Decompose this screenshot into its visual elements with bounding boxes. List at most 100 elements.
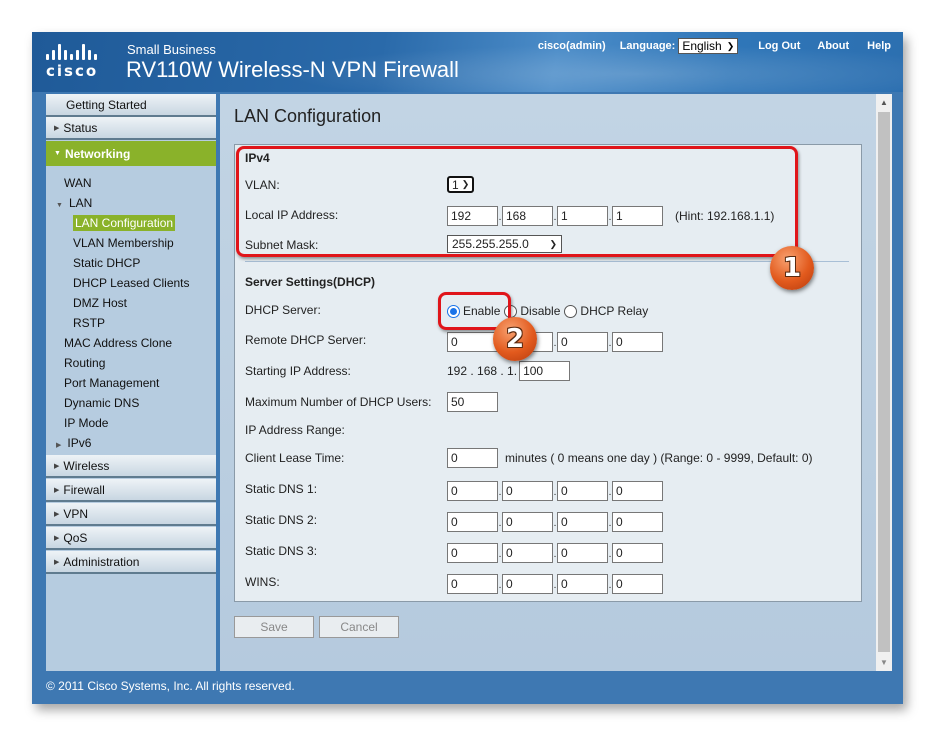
- starting-ip-input[interactable]: 100: [519, 361, 571, 381]
- radio-dhcp-relay[interactable]: [564, 304, 578, 318]
- networking-submenu: WAN ▼ LAN LAN Configuration VLAN Membersh…: [46, 166, 216, 455]
- triangle-right-icon: ▶: [54, 462, 60, 470]
- language-select[interactable]: English ❯: [678, 38, 739, 54]
- sidebar-item-ip-mode[interactable]: IP Mode: [46, 413, 216, 433]
- section-divider: [245, 261, 849, 262]
- dns2-label: Static DNS 2:: [245, 513, 318, 527]
- lease-time-label: Client Lease Time:: [245, 451, 345, 465]
- router-admin-window: cisco Small Business RV110W Wireless-N V…: [32, 32, 903, 704]
- local-ip-octet-4[interactable]: 1: [612, 206, 663, 226]
- sidebar-item-rstp[interactable]: RSTP: [46, 313, 216, 333]
- cisco-logo: cisco: [46, 44, 106, 82]
- triangle-right-icon: ▶: [54, 558, 60, 566]
- chevron-down-icon: ❯: [461, 179, 470, 189]
- page-title: LAN Configuration: [234, 106, 382, 126]
- sidebar-item-lan-configuration[interactable]: LAN Configuration: [46, 213, 216, 233]
- sidebar-item-mac-address-clone[interactable]: MAC Address Clone: [46, 333, 216, 353]
- sidebar-item-wireless[interactable]: ▶ Wireless: [46, 455, 216, 478]
- save-button[interactable]: Save: [234, 616, 314, 638]
- local-ip-octet-2[interactable]: 168: [502, 206, 553, 226]
- dns2-octet-4[interactable]: 0: [612, 512, 663, 532]
- sidebar-item-wan[interactable]: WAN: [46, 173, 216, 193]
- remote-dhcp-field: 0. 0. 0. 0: [447, 330, 663, 354]
- dns3-octet-3[interactable]: 0: [557, 543, 608, 563]
- triangle-right-icon: ▶: [54, 124, 60, 132]
- remote-dhcp-octet-3[interactable]: 0: [557, 332, 608, 352]
- cancel-button[interactable]: Cancel: [319, 616, 399, 638]
- sidebar-item-ipv6[interactable]: ▶ IPv6: [46, 433, 216, 453]
- wins-label: WINS:: [245, 575, 280, 589]
- sidebar-item-dmz-host[interactable]: DMZ Host: [46, 293, 216, 313]
- sidebar-item-lan[interactable]: ▼ LAN: [46, 193, 216, 213]
- ipv4-section-title: IPv4: [245, 151, 270, 165]
- sidebar-item-vpn[interactable]: ▶ VPN: [46, 503, 216, 526]
- lease-time-hint: minutes ( 0 means one day ) (Range: 0 - …: [505, 451, 813, 465]
- help-link[interactable]: Help: [867, 40, 891, 52]
- remote-dhcp-label: Remote DHCP Server:: [245, 333, 367, 347]
- radio-disable[interactable]: [504, 304, 518, 318]
- vlan-select[interactable]: 1 ❯: [447, 176, 475, 193]
- local-ip-label: Local IP Address:: [245, 208, 339, 222]
- dns2-octet-3[interactable]: 0: [557, 512, 608, 532]
- remote-dhcp-octet-1[interactable]: 0: [447, 332, 498, 352]
- scroll-down-icon[interactable]: ▼: [876, 658, 892, 667]
- dns2-octet-1[interactable]: 0: [447, 512, 498, 532]
- ip-range-label: IP Address Range:: [245, 423, 345, 437]
- copyright-footer: © 2011 Cisco Systems, Inc. All rights re…: [46, 679, 295, 693]
- starting-ip-prefix: 192 . 168 . 1.: [447, 364, 518, 378]
- dns3-octet-4[interactable]: 0: [612, 543, 663, 563]
- vlan-label: VLAN:: [245, 178, 280, 192]
- cisco-logo-text: cisco: [46, 62, 99, 80]
- logout-link[interactable]: Log Out: [758, 40, 800, 52]
- lan-config-panel: IPv4 VLAN: 1 ❯ Local IP Address: 192. 168…: [234, 144, 862, 602]
- sidebar-item-administration[interactable]: ▶ Administration: [46, 551, 216, 574]
- main-content: LAN Configuration IPv4 VLAN: 1 ❯ Local IP…: [220, 94, 876, 671]
- wins-octet-3[interactable]: 0: [557, 574, 608, 594]
- dhcp-server-radio-group: Enable Disable DHCP Relay: [447, 304, 652, 318]
- cisco-logo-bars-icon: [46, 44, 106, 60]
- local-ip-octet-3[interactable]: 1: [557, 206, 608, 226]
- scrollbar-thumb[interactable]: [878, 112, 890, 652]
- max-dhcp-users-label: Maximum Number of DHCP Users:: [245, 395, 432, 409]
- sidebar-item-dhcp-leased-clients[interactable]: DHCP Leased Clients: [46, 273, 216, 293]
- sidebar-item-static-dhcp[interactable]: Static DHCP: [46, 253, 216, 273]
- triangle-right-icon: ▶: [54, 486, 60, 494]
- dns1-octet-1[interactable]: 0: [447, 481, 498, 501]
- sidebar-item-firewall[interactable]: ▶ Firewall: [46, 479, 216, 502]
- sidebar-item-vlan-membership[interactable]: VLAN Membership: [46, 233, 216, 253]
- wins-octet-1[interactable]: 0: [447, 574, 498, 594]
- top-nav: cisco(admin) Language: English ❯ Log Out…: [538, 38, 891, 54]
- sidebar-item-qos[interactable]: ▶ QoS: [46, 527, 216, 550]
- dns2-octet-2[interactable]: 0: [502, 512, 553, 532]
- dns1-field: 0. 0. 0. 0: [447, 479, 663, 503]
- dns1-octet-3[interactable]: 0: [557, 481, 608, 501]
- dns3-octet-1[interactable]: 0: [447, 543, 498, 563]
- sidebar-item-networking[interactable]: ▼ Networking: [46, 141, 216, 166]
- sidebar-item-status[interactable]: ▶ Status: [46, 117, 216, 140]
- wins-octet-2[interactable]: 0: [502, 574, 553, 594]
- dhcp-server-label: DHCP Server:: [245, 303, 321, 317]
- sidebar-item-port-management[interactable]: Port Management: [46, 373, 216, 393]
- wins-octet-4[interactable]: 0: [612, 574, 663, 594]
- local-ip-octet-1[interactable]: 192: [447, 206, 498, 226]
- subnet-mask-select[interactable]: 255.255.255.0 ❯: [447, 235, 562, 253]
- dns1-octet-2[interactable]: 0: [502, 481, 553, 501]
- chevron-down-icon: ❯: [549, 238, 557, 249]
- dns1-octet-4[interactable]: 0: [612, 481, 663, 501]
- dns3-octet-2[interactable]: 0: [502, 543, 553, 563]
- triangle-right-icon: ▶: [54, 534, 60, 542]
- about-link[interactable]: About: [817, 40, 849, 52]
- max-dhcp-users-input[interactable]: 50: [447, 392, 498, 412]
- radio-enable[interactable]: [447, 304, 460, 318]
- scrollbar[interactable]: ▲ ▼: [876, 94, 892, 671]
- scroll-up-icon[interactable]: ▲: [876, 98, 892, 107]
- annotation-badge-1: 1: [770, 246, 814, 290]
- annotation-badge-2: 2: [493, 317, 537, 361]
- remote-dhcp-octet-4[interactable]: 0: [612, 332, 663, 352]
- language-label: Language:: [619, 40, 676, 52]
- dns3-field: 0. 0. 0. 0: [447, 541, 663, 565]
- sidebar-item-dynamic-dns[interactable]: Dynamic DNS: [46, 393, 216, 413]
- sidebar-item-getting-started[interactable]: Getting Started: [46, 94, 216, 117]
- lease-time-input[interactable]: 0: [447, 448, 498, 468]
- sidebar-item-routing[interactable]: Routing: [46, 353, 216, 373]
